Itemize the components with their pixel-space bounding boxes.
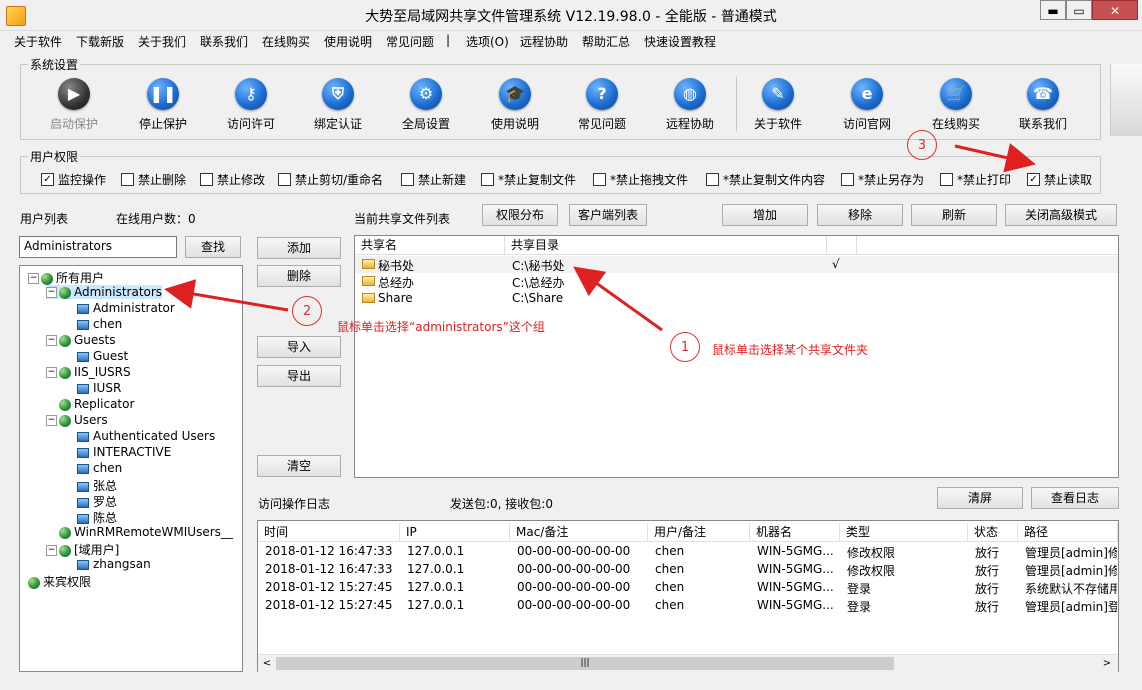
arrow-step3 [954,143,1036,173]
step1-marker: 1 [670,332,700,362]
step2-marker: 2 [292,296,322,326]
step1-text: 鼠标单击选择某个共享文件夹 [712,343,869,357]
annotation-arrows [164,143,1036,332]
arrow-step2 [164,279,289,312]
arrow-step1 [573,266,663,332]
toolbar-separator [736,76,737,132]
step3-marker: 3 [907,130,937,160]
step2-text: 鼠标单击选择“administrators”这个组 [337,320,545,334]
